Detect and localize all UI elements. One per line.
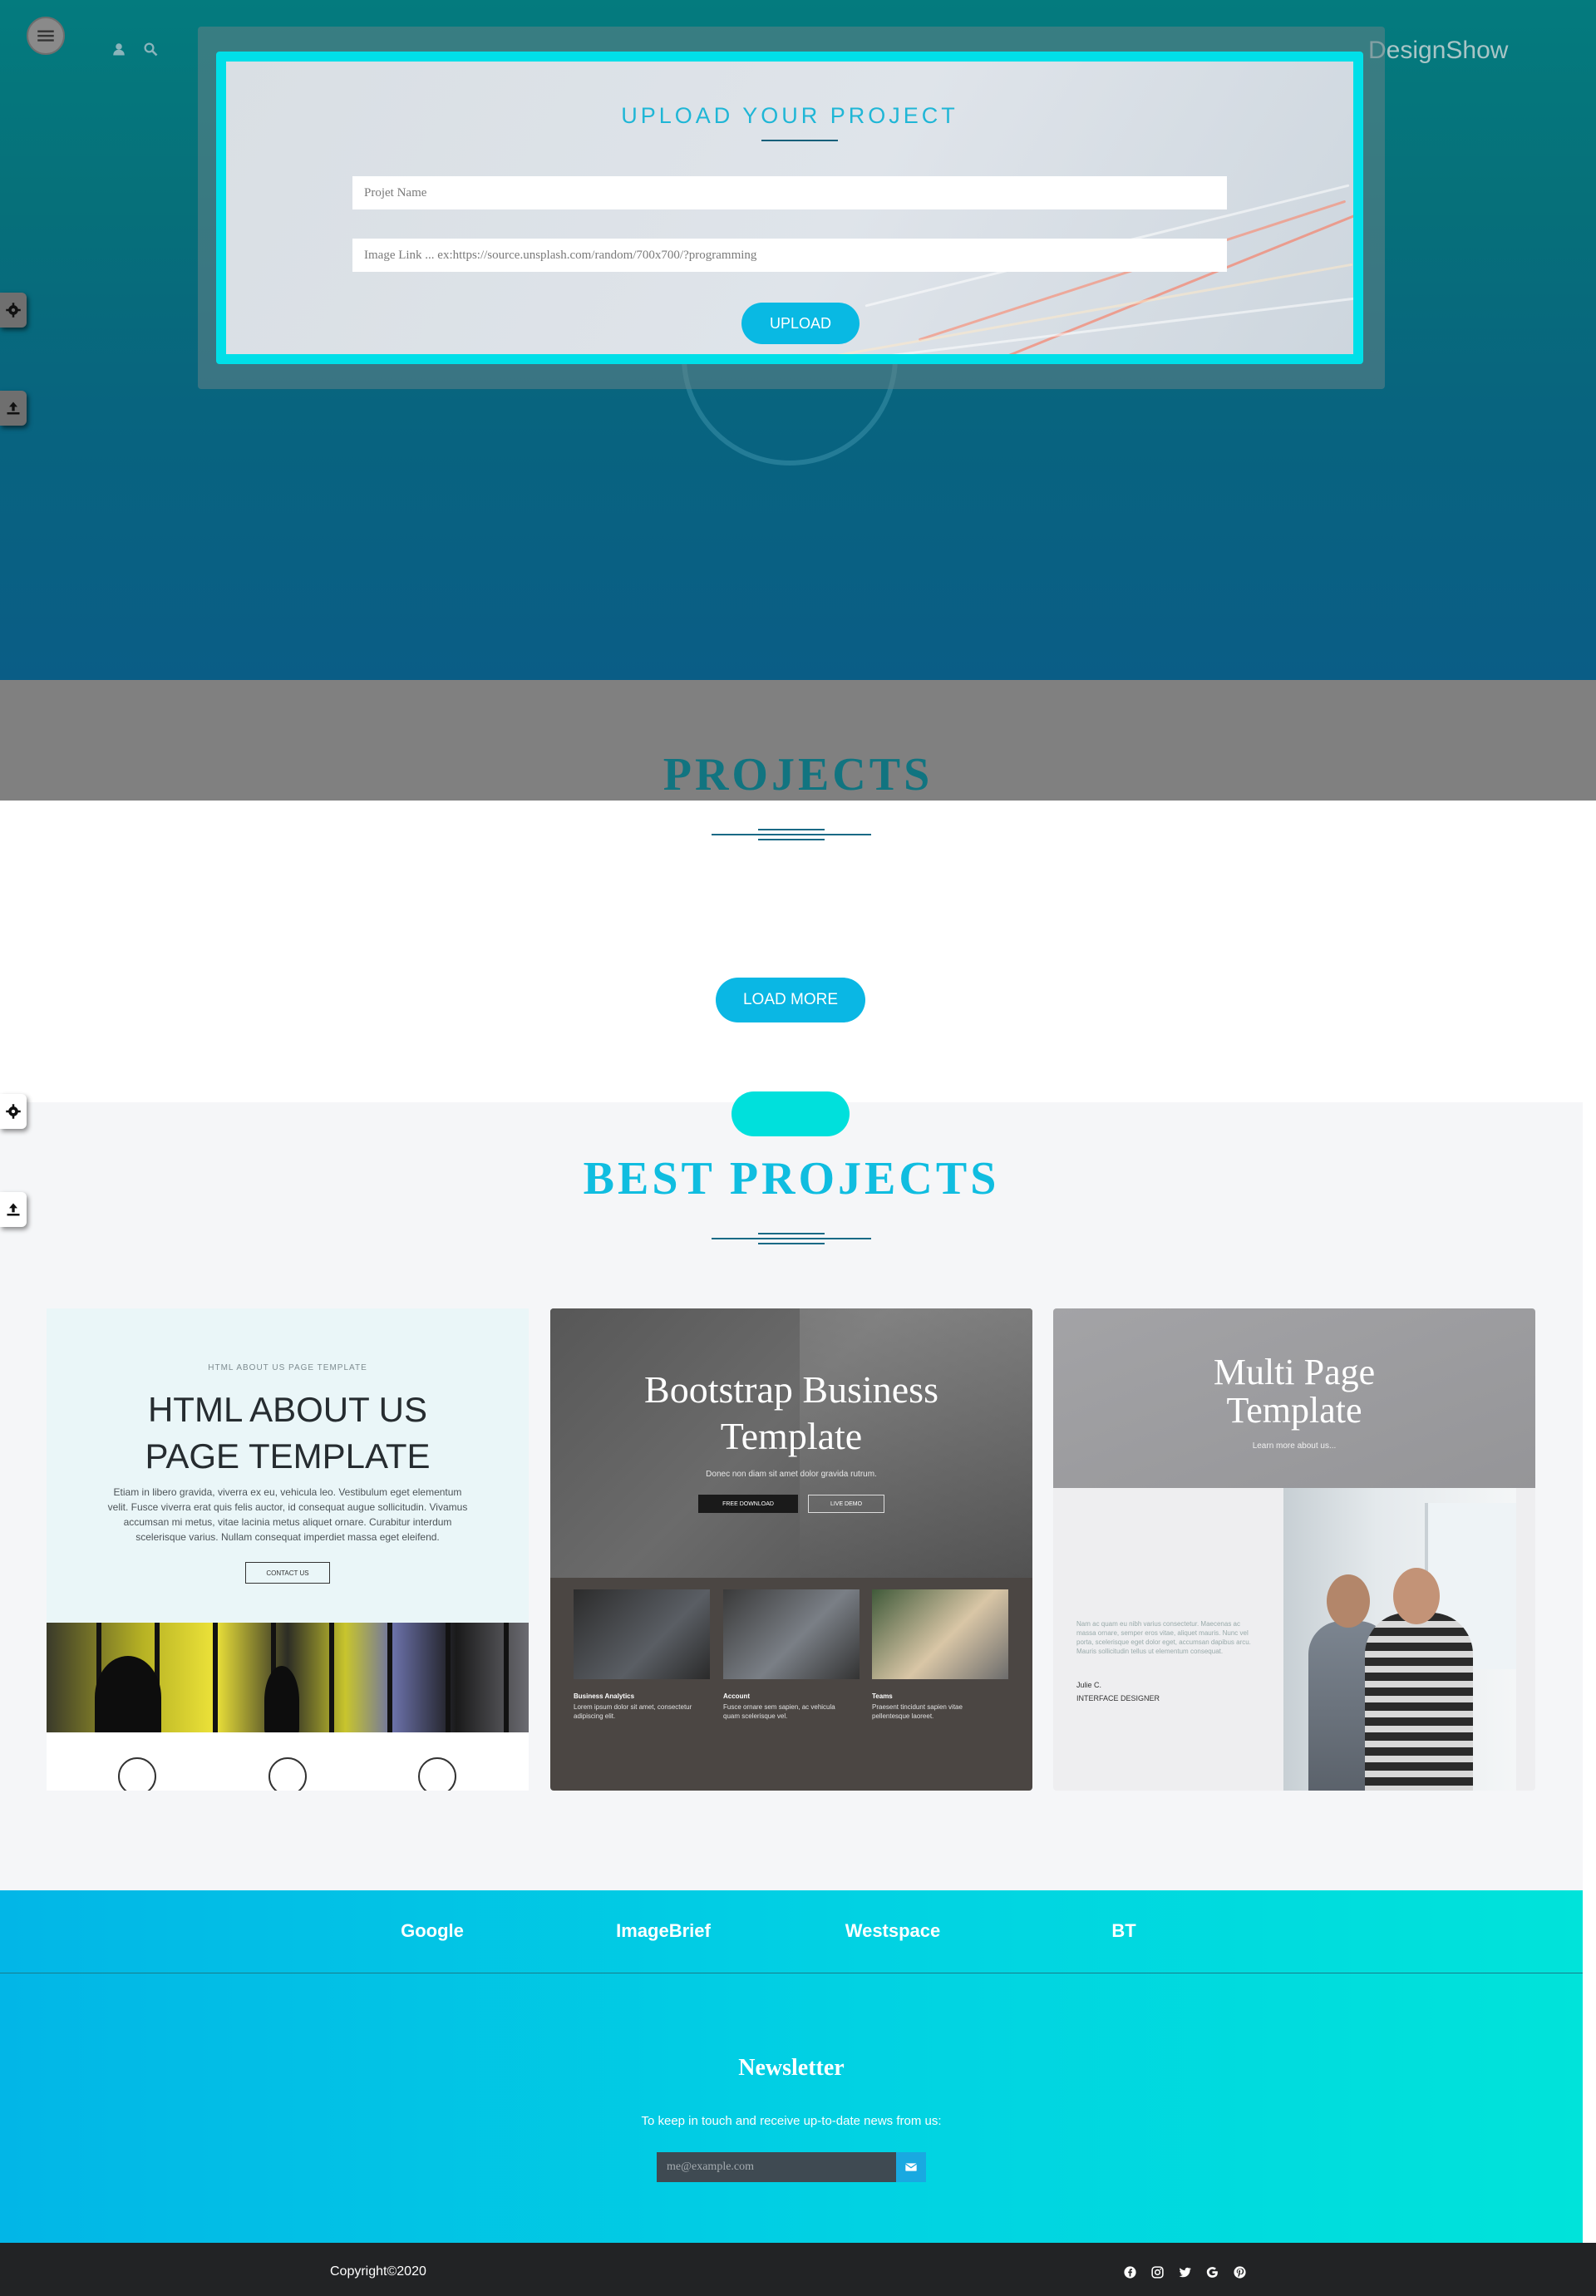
- feature-text: Fusce ornare sem sapien, ac vehicula qua…: [723, 1703, 835, 1720]
- envelope-icon: [904, 2163, 918, 2171]
- newsletter-submit-button[interactable]: [896, 2152, 926, 2182]
- projects-divider: [712, 829, 871, 840]
- partner-imagebrief[interactable]: ImageBrief: [580, 1920, 746, 1942]
- upload-title: UPLOAD YOUR PROJECT: [621, 103, 958, 128]
- load-more-button[interactable]: LOAD MORE: [716, 978, 865, 1022]
- card-title: HTML ABOUT US PAGE TEMPLATE: [47, 1387, 529, 1480]
- project-card-multi-page[interactable]: Multi Page Template Learn more about us.…: [1053, 1308, 1535, 1791]
- feature-text: Lorem ipsum dolor sit amet, consectetur …: [574, 1703, 692, 1720]
- feature-thumbnail: [574, 1589, 710, 1679]
- project-card-business[interactable]: Bootstrap Business Template Donec non di…: [550, 1308, 1032, 1791]
- upload-icon: [7, 402, 20, 415]
- best-projects-divider: [712, 1233, 871, 1244]
- live-demo-button: LIVE DEMO: [808, 1495, 884, 1513]
- card-title: Multi Page Template: [1053, 1353, 1535, 1430]
- card-title-line2: Template: [720, 1415, 863, 1457]
- card-title-line1: Bootstrap Business: [644, 1368, 938, 1411]
- card-title: Bootstrap Business Template: [550, 1367, 1032, 1460]
- card-title-line1: HTML ABOUT US: [147, 1390, 428, 1429]
- upload-tab[interactable]: [0, 391, 27, 426]
- partner-bt[interactable]: BT: [1041, 1920, 1207, 1942]
- pinterest-icon[interactable]: [1232, 2264, 1248, 2280]
- author-role: INTERFACE DESIGNER: [1076, 1694, 1160, 1702]
- gear-icon: [6, 1104, 21, 1119]
- newsletter-title: Newsletter: [738, 2055, 845, 2081]
- settings-tab[interactable]: [0, 293, 27, 328]
- project-card-about-us[interactable]: HTML ABOUT US PAGE TEMPLATE HTML ABOUT U…: [47, 1308, 529, 1791]
- search-icon[interactable]: [143, 42, 158, 57]
- card-kicker: HTML ABOUT US PAGE TEMPLATE: [208, 1363, 367, 1372]
- card-title-line2: Template: [1226, 1390, 1362, 1431]
- free-download-button: FREE DOWNLOAD: [698, 1495, 798, 1513]
- newsletter-text: To keep in touch and receive up-to-date …: [641, 2114, 942, 2128]
- hamburger-icon: [37, 30, 54, 42]
- partner-google[interactable]: Google: [349, 1920, 515, 1942]
- brand-logo[interactable]: DesignShow: [1368, 37, 1508, 65]
- card-body: Etiam in libero gravida, viverra ex eu, …: [107, 1486, 468, 1543]
- best-projects-title: BEST PROJECTS: [583, 1153, 1000, 1205]
- image-link-input[interactable]: [352, 239, 1227, 272]
- card-photo: [47, 1623, 529, 1732]
- user-icon[interactable]: [111, 42, 126, 57]
- menu-button[interactable]: [27, 17, 65, 55]
- feature-icon: [268, 1757, 307, 1791]
- newsletter-email-input[interactable]: [657, 2152, 896, 2182]
- upload-button[interactable]: UPLOAD: [741, 303, 860, 344]
- card-subtitle: Donec non diam sit amet dolor gravida ru…: [706, 1470, 877, 1479]
- partner-westspace[interactable]: Westspace: [810, 1920, 976, 1942]
- facebook-icon[interactable]: [1122, 2264, 1138, 2280]
- feature-thumbnail: [872, 1589, 1008, 1679]
- contact-us-button: CONTACT US: [245, 1562, 330, 1584]
- card-title-line1: Multi Page: [1213, 1352, 1376, 1392]
- feature-title: Business Analytics: [574, 1692, 635, 1700]
- feature-title: Account: [723, 1692, 750, 1700]
- gear-icon: [6, 303, 21, 318]
- settings-tab-2[interactable]: [0, 1094, 27, 1129]
- feature-title: Teams: [872, 1692, 893, 1700]
- feature-icon: [118, 1757, 156, 1791]
- feature-thumbnail: [723, 1589, 860, 1679]
- projects-title: PROJECTS: [663, 749, 933, 801]
- twitter-icon[interactable]: [1177, 2264, 1193, 2280]
- decorative-pill: [732, 1091, 850, 1136]
- card-quote: Nam ac quam eu nibh varius consectetur. …: [1076, 1620, 1251, 1655]
- title-underline: [761, 140, 838, 141]
- instagram-icon[interactable]: [1150, 2264, 1165, 2280]
- feature-text: Praesent tincidunt sapien vitae pellente…: [872, 1703, 963, 1720]
- header-icons: [111, 42, 158, 57]
- feature-icon: [418, 1757, 456, 1791]
- card-title-line2: PAGE TEMPLATE: [145, 1436, 431, 1476]
- social-links: [1122, 2264, 1248, 2280]
- bottom-bar: [0, 2243, 1596, 2296]
- google-icon[interactable]: [1204, 2264, 1220, 2280]
- upload-form: UPLOAD YOUR PROJECT UPLOAD: [216, 52, 1363, 364]
- card-subtitle: Learn more about us...: [1252, 1441, 1337, 1451]
- card-photo: [1283, 1488, 1516, 1791]
- project-name-input[interactable]: [352, 176, 1227, 209]
- author-name: Julie C.: [1076, 1681, 1102, 1689]
- copyright: Copyright©2020: [330, 2264, 426, 2279]
